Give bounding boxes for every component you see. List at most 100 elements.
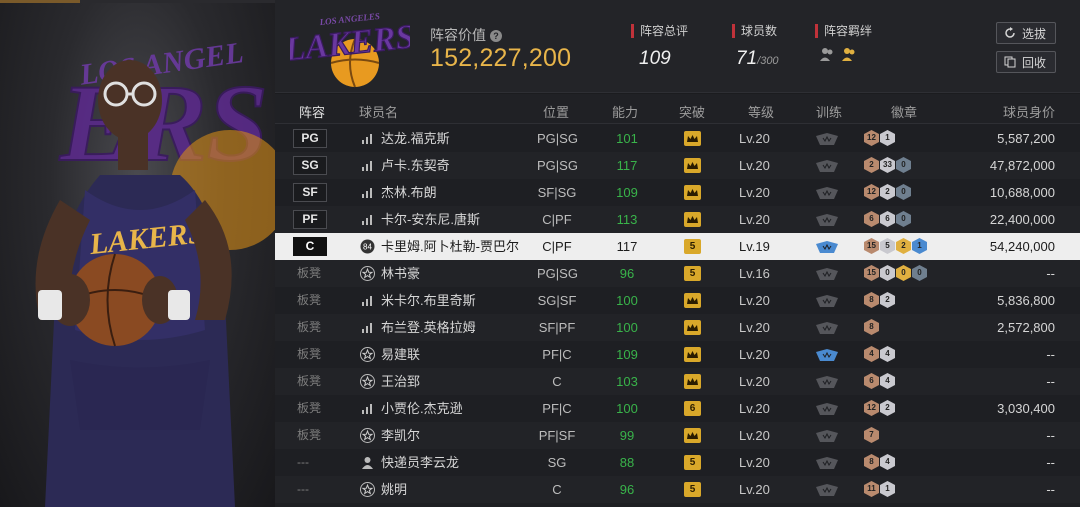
- training-icon[interactable]: [816, 403, 838, 415]
- player-ability: 100: [616, 293, 638, 308]
- roster-row[interactable]: --- 快递员李云龙 SG 88 5 Lv.20 8 4 --: [275, 449, 1080, 476]
- player-count-value: 71/300: [736, 48, 779, 69]
- player-position: C|PF: [542, 212, 572, 227]
- player-name[interactable]: 易建联: [381, 341, 420, 368]
- player-value: 47,872,000: [989, 158, 1055, 173]
- player-name[interactable]: 姚明: [381, 476, 407, 503]
- badge-list[interactable]: 2 33 0: [864, 157, 911, 173]
- player-value: --: [1046, 266, 1055, 281]
- player-level: Lv.20: [739, 212, 770, 227]
- roster-row[interactable]: 板凳 李凯尔 PF|SF 99 Lv.20 7 --: [275, 422, 1080, 449]
- player-position: PG|SG: [537, 131, 578, 146]
- recycle-button[interactable]: 回收: [996, 51, 1056, 73]
- badge-icon: 1: [912, 238, 927, 254]
- col-position[interactable]: 位置: [543, 102, 569, 121]
- player-level: Lv.20: [739, 293, 770, 308]
- roster-row[interactable]: 板凳 王治郅 C 103 Lv.20 6 4 --: [275, 368, 1080, 395]
- training-icon[interactable]: [816, 133, 838, 145]
- roster-row[interactable]: 板凳 布兰登.英格拉姆 SF|PF 100 Lv.20 8 2,572,800: [275, 314, 1080, 341]
- player-name[interactable]: 卡尔-安东尼.唐斯: [381, 206, 480, 233]
- player-name[interactable]: 李凯尔: [381, 422, 420, 449]
- roster-row[interactable]: 板凳 林书豪 PG|SG 96 5 Lv.16 15 0 0 0 --: [275, 260, 1080, 287]
- training-icon[interactable]: [816, 322, 838, 334]
- player-value: 2,572,800: [997, 320, 1055, 335]
- player-name[interactable]: 王治郅: [381, 368, 420, 395]
- col-level[interactable]: 等级: [748, 102, 774, 121]
- player-level: Lv.20: [739, 158, 770, 173]
- col-training[interactable]: 训练: [816, 102, 842, 121]
- col-ability[interactable]: 能力: [612, 102, 638, 121]
- help-icon[interactable]: ?: [490, 30, 502, 42]
- badge-list[interactable]: 15 5 2 1: [864, 238, 927, 254]
- badge-list[interactable]: 8: [864, 319, 879, 335]
- player-name[interactable]: 杰林.布朗: [381, 179, 437, 206]
- col-slot[interactable]: 阵容: [299, 102, 325, 121]
- badge-list[interactable]: 12 2: [864, 400, 895, 416]
- roster-row[interactable]: PG 达龙.福克斯 PG|SG 101 Lv.20 12 1 5,587,200: [275, 125, 1080, 152]
- badge-list[interactable]: 44: [864, 346, 895, 362]
- roster-row[interactable]: 板凳 小贾伦.杰克逊 PF|C 100 6 Lv.20 12 2 3,030,400: [275, 395, 1080, 422]
- pick-button[interactable]: 选拔: [996, 22, 1056, 44]
- badge-list[interactable]: 64: [864, 373, 895, 389]
- training-icon[interactable]: [816, 376, 838, 388]
- player-ability: 109: [616, 347, 638, 362]
- player-name[interactable]: 林书豪: [381, 260, 420, 287]
- player-position: SF|PF: [538, 320, 576, 335]
- player-name[interactable]: 小贾伦.杰克逊: [381, 395, 463, 422]
- refresh-icon: [1005, 27, 1015, 38]
- col-name[interactable]: 球员名: [359, 102, 398, 121]
- col-value[interactable]: 球员身价: [1003, 102, 1055, 121]
- training-icon[interactable]: [816, 241, 838, 253]
- svg-text:84: 84: [363, 243, 372, 252]
- roster-row[interactable]: SG 卢卡.东契奇 PG|SG 117 Lv.20 2 33 0 47,872,000: [275, 152, 1080, 179]
- player-name[interactable]: 快递员李云龙: [381, 449, 459, 476]
- training-icon[interactable]: [816, 160, 838, 172]
- roster-row[interactable]: 板凳 米卡尔.布里奇斯 SG|SF 100 Lv.20 8 2 5,836,800: [275, 287, 1080, 314]
- player-level: Lv.20: [739, 401, 770, 416]
- roster-row[interactable]: C 84 卡里姆.阿卜杜勒-贾巴尔 C|PF 117 5 Lv.19 15 5 2 1 54,240,…: [275, 233, 1080, 260]
- badge-list[interactable]: 12 1: [864, 130, 895, 146]
- training-icon[interactable]: [816, 214, 838, 226]
- player-name[interactable]: 卡里姆.阿卜杜勒-贾巴尔: [381, 233, 519, 260]
- player-name[interactable]: 达龙.福克斯: [381, 125, 450, 152]
- col-badges[interactable]: 徽章: [891, 102, 917, 121]
- training-icon[interactable]: [816, 349, 838, 361]
- signal-icon: [360, 212, 375, 227]
- player-position: C|PF: [542, 239, 572, 254]
- training-icon[interactable]: [816, 187, 838, 199]
- player-name[interactable]: 布兰登.英格拉姆: [381, 314, 476, 341]
- badge-list[interactable]: 12 2 0: [864, 184, 911, 200]
- player-value: 10,688,000: [989, 185, 1055, 200]
- number-84-icon: 84: [360, 239, 375, 254]
- training-icon[interactable]: [816, 295, 838, 307]
- badge-list[interactable]: 15 0 0 0: [864, 265, 927, 281]
- training-icon[interactable]: [816, 484, 838, 496]
- player-level: Lv.19: [739, 239, 770, 254]
- lineup-value: 152,227,200: [430, 44, 572, 72]
- training-icon[interactable]: [816, 268, 838, 280]
- badge-list[interactable]: 660: [864, 211, 911, 227]
- breakthrough-crown-icon: [684, 131, 701, 146]
- roster-row[interactable]: 板凳 易建联 PF|C 109 Lv.20 4 4 --: [275, 341, 1080, 368]
- bench-slot-label: 板凳: [297, 428, 322, 442]
- col-breakthrough[interactable]: 突破: [679, 102, 705, 121]
- player-name[interactable]: 米卡尔.布里奇斯: [381, 287, 476, 314]
- player-value: 3,030,400: [997, 401, 1055, 416]
- roster-row[interactable]: PF 卡尔-安东尼.唐斯 C|PF 113 Lv.20 6 6 0 22,400,000: [275, 206, 1080, 233]
- bench-slot-label: 板凳: [297, 347, 322, 361]
- badge-list[interactable]: 11 1: [864, 481, 895, 497]
- roster-row[interactable]: --- 姚明 C 96 5 Lv.20 11 1 --: [275, 476, 1080, 503]
- player-name[interactable]: 卢卡.东契奇: [381, 152, 450, 179]
- badge-list[interactable]: 7: [864, 427, 879, 443]
- badge-icon: 8: [864, 292, 879, 308]
- training-icon[interactable]: [816, 457, 838, 469]
- badge-list[interactable]: 84: [864, 454, 895, 470]
- training-icon[interactable]: [816, 430, 838, 442]
- roster-row[interactable]: SF 杰林.布朗 SF|SG 109 Lv.20 12 2 0 10,688,000: [275, 179, 1080, 206]
- bond-gold-group-icon[interactable]: [841, 46, 857, 62]
- breakthrough-crown-icon: [684, 374, 701, 389]
- signal-icon: [360, 131, 375, 146]
- badge-list[interactable]: 82: [864, 292, 895, 308]
- star-icon: [360, 428, 375, 443]
- bond-group-icon[interactable]: [819, 46, 835, 62]
